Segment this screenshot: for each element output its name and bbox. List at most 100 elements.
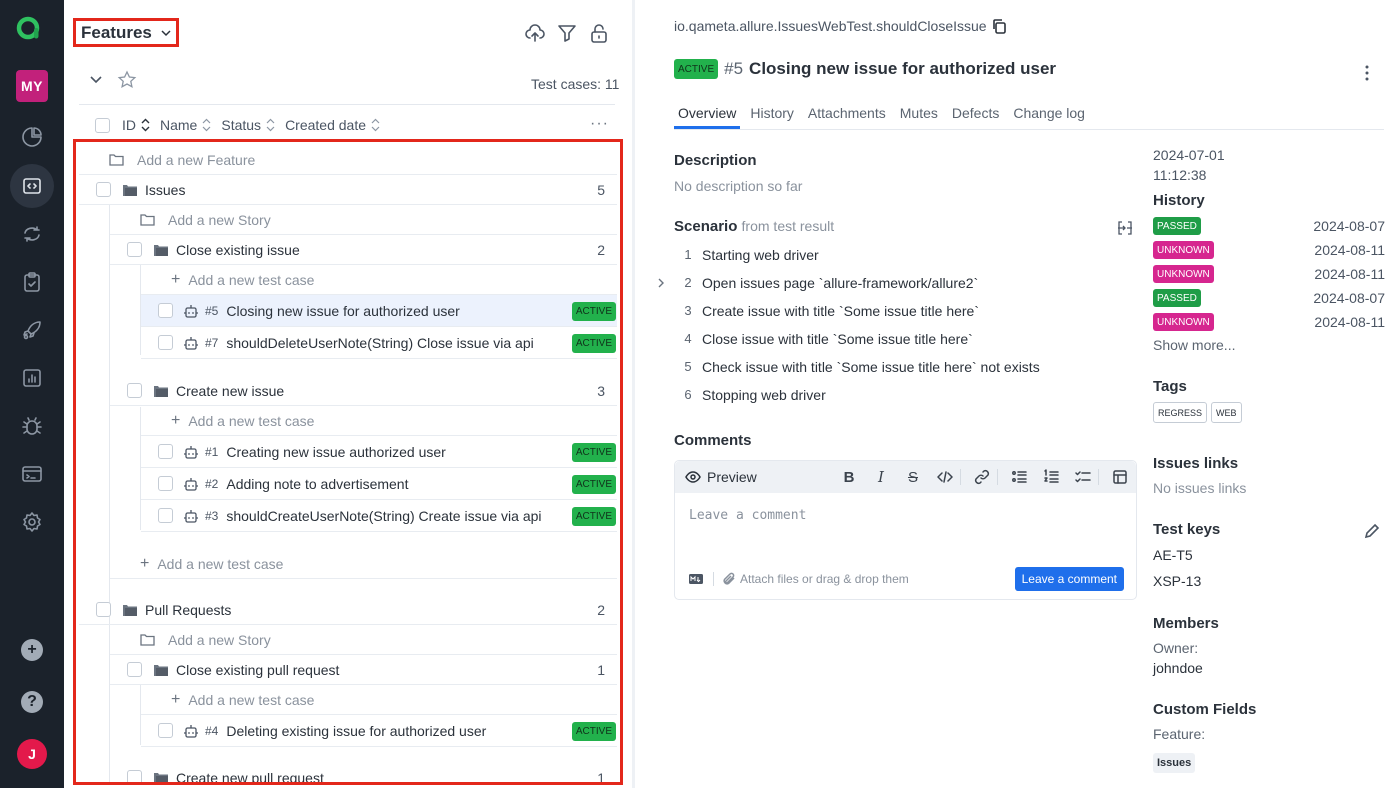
panel-resize-handle[interactable]	[632, 0, 635, 788]
tab-mutes[interactable]: Mutes	[896, 96, 942, 129]
row-checkbox[interactable]	[96, 182, 111, 197]
story-row[interactable]: Create new issue 3	[110, 376, 617, 406]
test-case-name: shouldCreateUserNote(String) Create issu…	[226, 507, 542, 524]
add-story-row[interactable]: Add a new Story	[110, 625, 617, 655]
nav-test-cases[interactable]	[10, 164, 54, 208]
column-status[interactable]: Status	[221, 117, 275, 133]
nav-defects[interactable]	[10, 404, 54, 448]
row-checkbox[interactable]	[158, 723, 173, 738]
tab-history[interactable]: History	[746, 96, 798, 129]
column-created-date[interactable]: Created date	[285, 117, 380, 133]
column-id[interactable]: ID	[122, 117, 150, 133]
tab-change-log[interactable]: Change log	[1009, 96, 1089, 129]
lock-button[interactable]	[588, 22, 610, 44]
test-case-row[interactable]: #5 Closing new issue for authorized user…	[141, 295, 617, 327]
bold-button[interactable]: B	[839, 467, 859, 487]
tag-chip[interactable]: REGRESS	[1153, 402, 1208, 423]
scenario-step[interactable]: 2 Open issues page `allure-framework/allu…	[674, 275, 978, 291]
test-case-row[interactable]: #4 Deleting existing issue for authorize…	[141, 715, 617, 747]
star-icon[interactable]	[117, 70, 137, 90]
copy-icon[interactable]	[991, 18, 1007, 34]
tag-chip[interactable]: WEB	[1211, 402, 1242, 423]
history-row[interactable]: PASSED 2024-08-07	[1153, 288, 1385, 308]
history-row[interactable]: UNKNOWN 2024-08-11	[1153, 264, 1385, 284]
add-test-case-row[interactable]: + Add a new test case	[110, 549, 617, 579]
toolbar-separator	[997, 469, 998, 485]
filter-button[interactable]	[556, 22, 578, 44]
tab-overview[interactable]: Overview	[674, 96, 741, 129]
numbered-list-button[interactable]	[1041, 467, 1061, 487]
test-case-id: #5	[724, 59, 744, 78]
row-checkbox[interactable]	[158, 335, 173, 350]
row-checkbox[interactable]	[127, 242, 142, 257]
row-checkbox[interactable]	[158, 476, 173, 491]
history-row[interactable]: PASSED 2024-08-07	[1153, 216, 1385, 236]
row-checkbox[interactable]	[158, 303, 173, 318]
feature-row[interactable]: Issues 5	[79, 175, 617, 205]
test-case-row[interactable]: #7 shouldDeleteUserNote(String) Close is…	[141, 327, 617, 359]
comment-input[interactable]	[676, 494, 1135, 558]
add-button[interactable]: +	[21, 639, 43, 661]
feature-field-value[interactable]: Issues	[1153, 753, 1196, 773]
row-checkbox[interactable]	[158, 444, 173, 459]
story-row[interactable]: Close existing pull request 1	[110, 655, 617, 685]
test-case-row[interactable]: #2 Adding note to advertisement ACTIVE	[141, 468, 617, 500]
attach-files-button[interactable]: Attach files or drag & drop them	[722, 572, 909, 586]
comments-heading: Comments	[674, 432, 752, 449]
code-button[interactable]	[935, 467, 955, 487]
add-test-case-row[interactable]: + Add a new test case	[141, 685, 617, 715]
pencil-icon[interactable]	[1364, 523, 1380, 539]
checklist-button[interactable]	[1073, 467, 1093, 487]
toggle-steps-icon[interactable]	[1116, 219, 1134, 237]
row-checkbox[interactable]	[158, 508, 173, 523]
view-selector-dropdown[interactable]: Features	[73, 18, 179, 47]
row-checkbox[interactable]	[127, 383, 142, 398]
nav-test-plans[interactable]	[10, 260, 54, 304]
allure-logo-icon[interactable]	[16, 16, 40, 40]
add-test-case-row[interactable]: + Add a new test case	[141, 406, 617, 436]
tab-attachments[interactable]: Attachments	[804, 96, 890, 129]
nav-launches[interactable]	[10, 212, 54, 256]
markdown-icon[interactable]	[689, 574, 703, 584]
more-vertical-icon[interactable]	[1360, 62, 1374, 84]
nav-dashboards[interactable]	[10, 115, 54, 159]
project-avatar[interactable]: MY	[16, 70, 48, 102]
feature-row[interactable]: Pull Requests 2	[79, 595, 617, 625]
history-row[interactable]: UNKNOWN 2024-08-11	[1153, 240, 1385, 260]
add-feature-row[interactable]: Add a new Feature	[79, 145, 617, 175]
chevron-right-icon[interactable]	[656, 276, 666, 290]
nav-jobs[interactable]	[10, 308, 54, 352]
select-all-checkbox[interactable]	[95, 117, 110, 133]
columns-more-button[interactable]: ···	[590, 115, 609, 133]
user-avatar[interactable]: J	[17, 739, 47, 769]
bullet-list-button[interactable]	[1009, 467, 1029, 487]
row-checkbox[interactable]	[127, 662, 142, 677]
preview-label: Preview	[707, 469, 757, 485]
strikethrough-button[interactable]: S	[903, 467, 923, 487]
test-case-row[interactable]: #3 shouldCreateUserNote(String) Create i…	[141, 500, 617, 532]
nav-analytics[interactable]	[10, 356, 54, 400]
history-row[interactable]: UNKNOWN 2024-08-11	[1153, 312, 1385, 332]
italic-button[interactable]: I	[871, 467, 891, 487]
collapse-all-chevron-icon[interactable]	[88, 74, 104, 86]
preview-button[interactable]: Preview	[685, 469, 757, 485]
rocket-icon	[23, 321, 41, 340]
nav-settings[interactable]	[10, 500, 54, 544]
help-button[interactable]: ?	[21, 691, 43, 713]
description-heading: Description	[674, 152, 757, 169]
nav-environments[interactable]	[10, 452, 54, 496]
add-story-row[interactable]: Add a new Story	[110, 205, 617, 235]
table-button[interactable]	[1110, 467, 1130, 487]
tab-defects[interactable]: Defects	[948, 96, 1003, 129]
show-more-link[interactable]: Show more...	[1153, 337, 1235, 353]
leave-comment-button[interactable]: Leave a comment	[1014, 567, 1124, 591]
column-name[interactable]: Name	[160, 117, 211, 133]
add-test-case-row[interactable]: + Add a new test case	[141, 265, 617, 295]
row-checkbox[interactable]	[127, 770, 142, 785]
story-row[interactable]: Close existing issue 2	[110, 235, 617, 265]
upload-button[interactable]	[524, 22, 546, 44]
link-button[interactable]	[972, 467, 992, 487]
test-case-row[interactable]: #1 Creating new issue authorized user AC…	[141, 436, 617, 468]
row-checkbox[interactable]	[96, 602, 111, 617]
story-row[interactable]: Create new pull request 1	[110, 763, 617, 785]
